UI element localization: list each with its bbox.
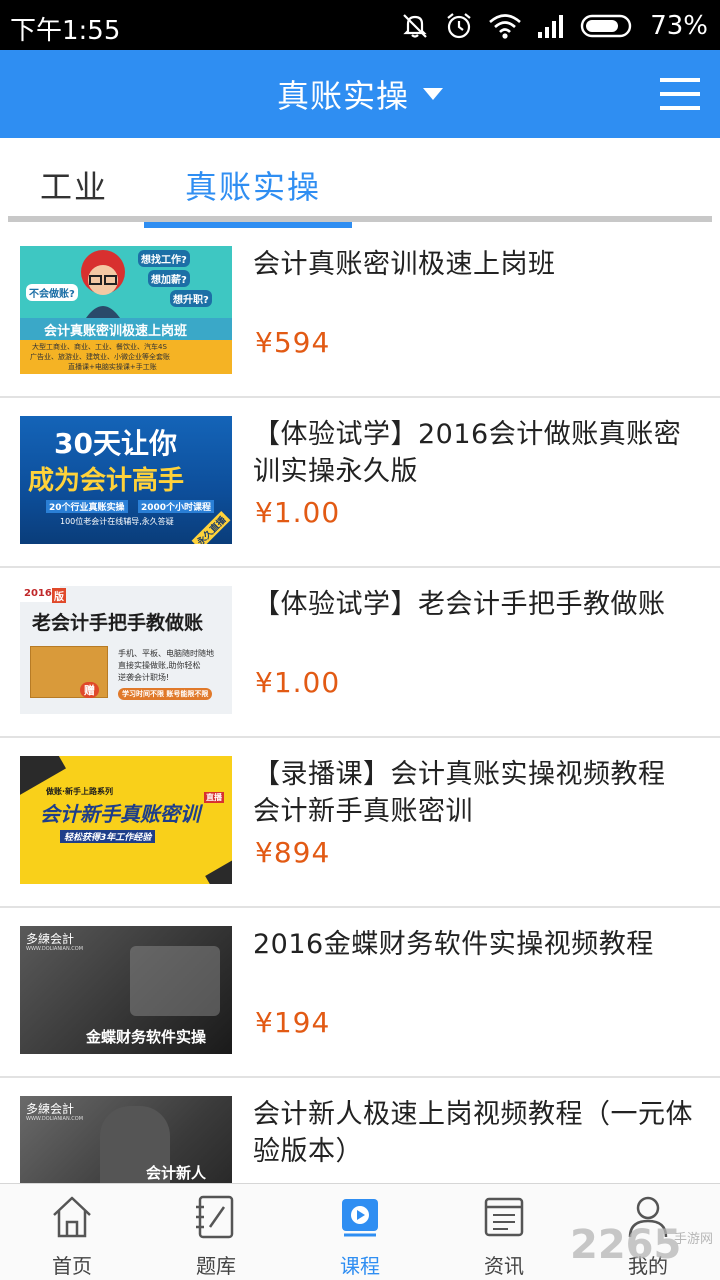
news-icon [484, 1197, 524, 1237]
course-title: 【体验试学】老会计手把手教做账 [253, 589, 666, 620]
course-item[interactable]: 30天让你 成为会计高手 20个行业真账实操 2000个小时课程 100位老会计… [0, 398, 720, 568]
category-dropdown[interactable]: 真账实操 [0, 50, 720, 138]
nav-label: 首页 [52, 1254, 92, 1278]
course-list[interactable]: 想找工作? 想加薪? 想升职? 不会做账? 会计真账密训极速上岗班 大型工商业、… [0, 228, 720, 1183]
thumb-bubble: 想找工作? [138, 250, 190, 267]
thumb-line: 大型工商业、商业、工业、餐饮业、汽车4S [32, 343, 167, 351]
thumb-logo: 多練会計 [26, 932, 75, 946]
thumb-line: 直播课+电脑实操课+手工账 [68, 363, 157, 371]
caret-down-icon [423, 88, 443, 100]
nav-question-bank[interactable]: 题库 [144, 1184, 288, 1280]
course-price: ¥1.00 [255, 666, 341, 699]
watermark-sub: 手游网 [674, 1232, 714, 1247]
nav-label: 课程 [340, 1254, 380, 1278]
thumb-bubble: 想加薪? [148, 270, 190, 287]
course-price: ¥894 [255, 836, 331, 869]
status-icons: 73% [400, 8, 708, 44]
thumb-line: 100位老会计在线辅导,永久答疑 [60, 517, 174, 526]
thumb-tag: 直播 [204, 792, 224, 803]
course-item[interactable]: 多練会計 WWW.DOLIANIAN.COM 会计新人 会计新人极速上岗视频教程… [0, 1078, 720, 1183]
thumb-pill: 学习时间不限 账号能限不限 [118, 688, 213, 700]
thumb-line: 直接实操做账,助你轻松 [118, 661, 201, 670]
thumb-caption: 会计新人 [146, 1164, 207, 1182]
battery-icon [581, 14, 632, 38]
course-title: 2016金蝶财务软件实操视频教程 [253, 929, 654, 960]
hamburger-icon [660, 78, 700, 110]
thumb-caption: 金蝶财务软件实操 [86, 1028, 207, 1046]
thumb-url: WWW.DOLIANIAN.COM [26, 1116, 84, 1122]
course-item[interactable]: 多練会計 WWW.DOLIANIAN.COM 金蝶财务软件实操 2016金蝶财务… [0, 908, 720, 1078]
thumb-bubble: 想升职? [170, 290, 212, 307]
course-thumbnail: 想找工作? 想加薪? 想升职? 不会做账? 会计真账密训极速上岗班 大型工商业、… [20, 246, 232, 374]
thumb-line: 20个行业真账实操 [46, 500, 128, 513]
thumb-bubble: 不会做账? [26, 284, 78, 301]
thumb-headline: 老会计手把手教做账 [32, 612, 204, 634]
thumb-line: 2000个小时课程 [138, 500, 215, 513]
thumb-headline: 会计新手真账密训 [40, 802, 200, 826]
menu-button[interactable] [658, 74, 702, 114]
signal-icon [538, 15, 564, 38]
course-thumbnail: 2016 版 老会计手把手教做账 赠 手机、平板、电脑随时随地 直接实操做账,助… [20, 586, 232, 714]
tab-bar: 工业 真账实操 [0, 138, 720, 228]
nav-home[interactable]: 首页 [0, 1184, 144, 1280]
course-item[interactable]: 2016 版 老会计手把手教做账 赠 手机、平板、电脑随时随地 直接实操做账,助… [0, 568, 720, 738]
status-bar: 下午1:55 73% [0, 0, 720, 50]
thumb-url: WWW.DOLIANIAN.COM [26, 946, 84, 952]
header-title: 真账实操 [276, 77, 409, 115]
thumb-headline: 成为会计高手 [28, 466, 185, 496]
battery-percent: 73% [650, 11, 708, 41]
thumb-logo: 多練会計 [26, 1102, 75, 1116]
thumb-corner: 永久直播 [191, 511, 231, 544]
course-price: ¥194 [255, 1006, 331, 1039]
mute-icon [403, 14, 427, 38]
alarm-icon [447, 13, 471, 39]
cartoon-accountant-icon [81, 250, 125, 318]
course-price: ¥594 [255, 326, 331, 359]
course-item[interactable]: 想找工作? 想加薪? 想升职? 不会做账? 会计真账密训极速上岗班 大型工商业、… [0, 228, 720, 398]
watermark-text: 2265 [570, 1222, 682, 1268]
course-title: 会计新人极速上岗视频教程（一元体验版本） [253, 1099, 693, 1167]
app-header: 真账实操 [0, 50, 720, 138]
course-title: 会计真账密训极速上岗班 [253, 249, 556, 280]
nav-news[interactable]: 资讯 [432, 1184, 576, 1280]
tab-industry[interactable]: 工业 [40, 162, 108, 208]
course-item[interactable]: 做账·新手上路系列 会计新手真账密训 直播 轻松获得3年工作经验 【录播课】会计… [0, 738, 720, 908]
thumb-line: 逆袭会计职场! [118, 673, 170, 682]
video-icon [342, 1199, 378, 1237]
wifi-icon [489, 14, 522, 39]
tab-track [8, 216, 712, 222]
course-price: ¥1.00 [255, 496, 341, 529]
home-icon [53, 1196, 91, 1238]
course-title: 【录播课】会计真账实操视频教程 会计新手真账密训 [253, 759, 666, 827]
nav-label: 资讯 [484, 1254, 524, 1278]
notebook-icon [196, 1195, 234, 1239]
thumb-gift: 赠 [80, 682, 99, 698]
thumb-line: 手机、平板、电脑随时随地 [118, 649, 214, 658]
thumb-line: 轻松获得3年工作经验 [60, 830, 156, 843]
course-thumbnail: 多練会計 WWW.DOLIANIAN.COM 会计新人 [20, 1096, 232, 1183]
course-thumbnail: 30天让你 成为会计高手 20个行业真账实操 2000个小时课程 100位老会计… [20, 416, 232, 544]
site-watermark: 2265 手游网 [570, 1222, 720, 1278]
thumb-year-suffix: 版 [52, 588, 66, 603]
thumb-small: 做账·新手上路系列 [46, 787, 114, 796]
tab-real-accounts[interactable]: 真账实操 [185, 162, 321, 208]
thumb-line: 广告业、旅游业、建筑业、小微企业等全套账 [30, 353, 170, 361]
course-thumbnail: 多練会計 WWW.DOLIANIAN.COM 金蝶财务软件实操 [20, 926, 232, 1054]
thumb-banner: 会计真账密训极速上岗班 [44, 324, 188, 339]
course-title: 【体验试学】2016会计做账真账密训实操永久版 [253, 419, 682, 487]
thumb-headline: 30天让你 [54, 427, 177, 460]
course-thumbnail: 做账·新手上路系列 会计新手真账密训 直播 轻松获得3年工作经验 [20, 756, 232, 884]
nav-label: 题库 [196, 1254, 236, 1278]
thumb-year: 2016 [24, 588, 52, 599]
nav-courses[interactable]: 课程 [288, 1184, 432, 1280]
status-time: 下午1:55 [10, 16, 121, 46]
